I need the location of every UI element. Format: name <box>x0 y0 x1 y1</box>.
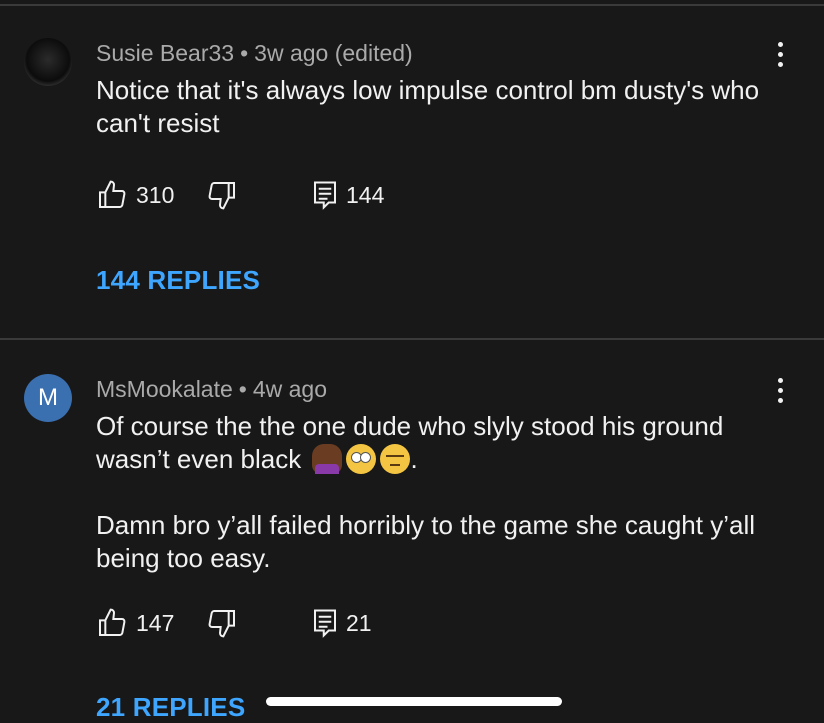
dislike-button[interactable] <box>206 606 238 640</box>
reply-comment-icon <box>314 181 336 210</box>
unamused-face-emoji-icon <box>380 444 411 474</box>
avatar[interactable]: M <box>24 374 72 422</box>
more-options-icon[interactable] <box>768 374 792 406</box>
like-button[interactable]: 147 <box>96 606 174 640</box>
comment-text: Of course the the one dude who slyly sto… <box>96 410 786 476</box>
comment-text-period: . <box>410 444 418 474</box>
reply-button[interactable]: 21 <box>312 606 372 640</box>
separator-dot: • <box>238 376 247 402</box>
reply-comment-icon <box>314 609 336 638</box>
reply-button[interactable]: 144 <box>312 178 384 212</box>
reply-count: 144 <box>346 181 385 208</box>
top-divider <box>0 4 824 6</box>
avatar[interactable] <box>24 38 72 86</box>
comment-text: Notice that it's always low impulse cont… <box>96 75 760 138</box>
timestamp: 4w ago <box>252 376 328 402</box>
like-count: 147 <box>136 609 175 636</box>
view-replies-link[interactable]: 144 REPLIES <box>96 265 260 296</box>
woman-facepalming-emoji-icon <box>312 444 343 474</box>
more-options-icon[interactable] <box>768 38 792 70</box>
thumbs-down-icon <box>208 182 235 210</box>
comment-divider <box>0 338 824 340</box>
rolling-eyes-emoji-icon <box>346 444 377 474</box>
thumbs-up-icon <box>99 608 126 636</box>
reply-count: 21 <box>346 609 372 636</box>
dislike-button[interactable] <box>206 178 238 212</box>
comment-meta: MsMookalate • 4w ago <box>96 376 327 403</box>
view-replies-link[interactable]: 21 REPLIES <box>96 692 245 723</box>
separator-dot: • <box>240 40 249 66</box>
timestamp: 3w ago (edited) <box>254 40 413 66</box>
home-indicator-bar[interactable] <box>266 697 562 706</box>
comment-meta: Susie Bear33 • 3w ago (edited) <box>96 40 413 67</box>
author-name[interactable]: Susie Bear33 <box>96 40 234 66</box>
thumbs-down-icon <box>208 610 235 638</box>
thumbs-up-icon <box>99 180 126 208</box>
like-button[interactable]: 310 <box>96 178 174 212</box>
comment-text-paragraph-2: Damn bro y’all failed horribly to the ga… <box>96 510 756 573</box>
author-name[interactable]: MsMookalate <box>96 376 233 402</box>
like-count: 310 <box>136 181 175 208</box>
